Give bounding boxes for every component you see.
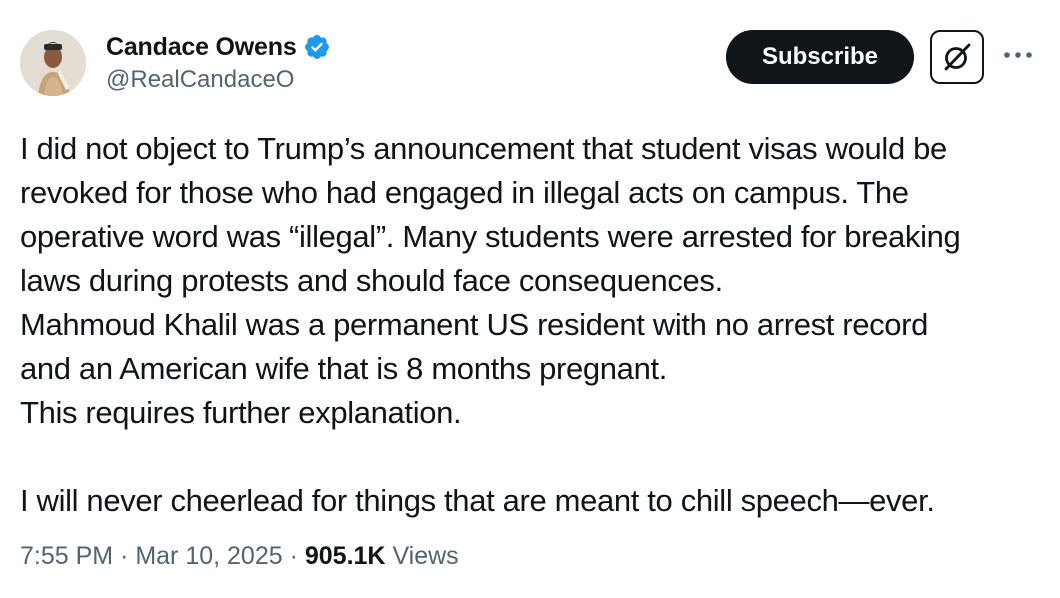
tweet-text-line: operative word was “illegal”. Many stude… xyxy=(20,219,961,254)
tweet: Candace Owens @RealCandaceO Subscribe I … xyxy=(0,0,1060,598)
subscribe-button[interactable]: Subscribe xyxy=(726,30,914,84)
views-count[interactable]: 905.1K xyxy=(305,542,386,570)
name-row: Candace Owens xyxy=(106,30,331,64)
grok-icon xyxy=(944,43,971,71)
tweet-text-line: laws during protests and should face con… xyxy=(20,263,723,298)
more-button[interactable] xyxy=(998,40,1038,70)
verified-badge-icon[interactable] xyxy=(303,33,331,61)
avatar[interactable] xyxy=(20,30,86,96)
tweet-text-line: This requires further explanation. xyxy=(20,395,462,430)
post-date[interactable]: Mar 10, 2025 xyxy=(135,542,282,570)
tweet-text-line: and an American wife that is 8 months pr… xyxy=(20,351,667,386)
more-icon xyxy=(1004,52,1032,58)
handle[interactable]: @RealCandaceO xyxy=(106,66,331,94)
tweet-meta: 7:55 PM · Mar 10, 2025 · 905.1K Views xyxy=(20,542,459,571)
tweet-text-line: Mahmoud Khalil was a permanent US reside… xyxy=(20,307,929,342)
tweet-text: I did not object to Trump’s announcement… xyxy=(20,127,1045,523)
tweet-text-line: I will never cheerlead for things that a… xyxy=(20,483,935,518)
paragraph-break xyxy=(20,435,1045,479)
post-time[interactable]: 7:55 PM xyxy=(20,542,113,570)
meta-separator: · xyxy=(113,542,136,570)
tweet-text-line: I did not object to Trump’s announcement… xyxy=(20,131,947,166)
views-label: Views xyxy=(385,542,459,570)
display-name[interactable]: Candace Owens xyxy=(106,33,297,62)
author-info: Candace Owens @RealCandaceO xyxy=(106,30,331,94)
meta-separator: · xyxy=(282,542,305,570)
tweet-text-line: revoked for those who had engaged in ill… xyxy=(20,175,909,210)
avatar-image xyxy=(20,30,86,96)
grok-button[interactable] xyxy=(930,30,984,84)
